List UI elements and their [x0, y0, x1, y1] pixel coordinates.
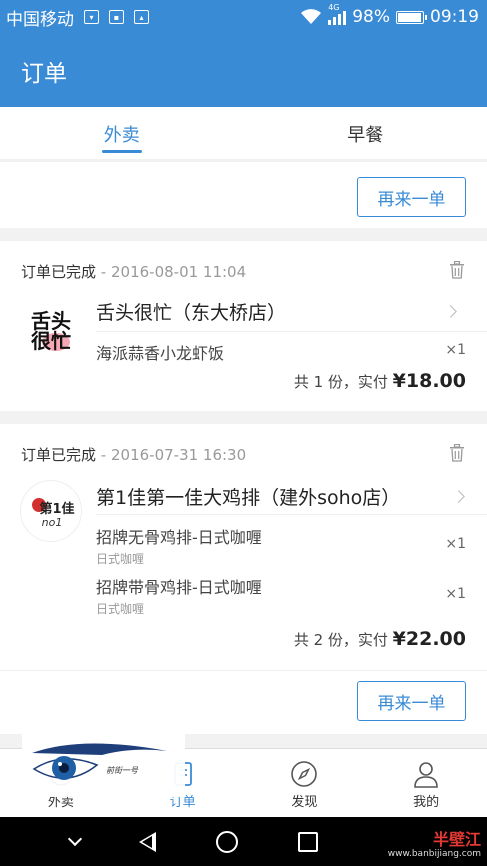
divider: [0, 670, 487, 671]
compass-icon: [291, 761, 318, 787]
chevron-right-icon[interactable]: [444, 305, 457, 318]
order-total: 共 2 份，实付 ¥22.00: [294, 628, 466, 650]
order-header: 订单已完成 - 2016-07-31 16:30: [21, 444, 246, 465]
eye-logo: 前街一号: [32, 743, 167, 780]
divider: [96, 514, 487, 515]
divider: [96, 331, 487, 332]
order-item-qty: ×1: [445, 536, 466, 552]
notification-icon: ▴: [134, 10, 149, 24]
order-timestamp: - 2016-08-01 11:04: [100, 263, 247, 281]
brand-url: www.banbijiang.com: [387, 849, 481, 859]
nav-label: 我的: [413, 795, 440, 810]
reorder-button[interactable]: 再来一单: [357, 681, 466, 721]
user-icon: [414, 762, 438, 788]
watermark-text: 前街一号: [106, 766, 139, 775]
order-total: 共 1 份，实付 ¥18.00: [294, 370, 466, 392]
nav-discover[interactable]: 发现: [244, 749, 366, 817]
watermark: 前街一号: [22, 733, 185, 797]
total-prefix: 共 2 份，实付: [293, 631, 393, 649]
brand-watermark: 半壁江: [432, 830, 481, 849]
svg-text:第1佳: 第1佳: [39, 501, 74, 517]
chevron-down-icon[interactable]: [67, 831, 82, 846]
order-header: 订单已完成 - 2016-08-01 11:04: [21, 261, 246, 282]
order-item-option: 日式咖喱: [96, 552, 145, 566]
tab-label: 早餐: [347, 125, 384, 146]
order-item-qty: ×1: [445, 342, 466, 358]
recent-apps-icon[interactable]: [297, 831, 318, 852]
order-status: 订单已完成: [21, 446, 97, 464]
shop-name[interactable]: 第1佳第一佳大鸡排（建外soho店）: [96, 483, 400, 510]
status-bar: 中国移动 ▾ ▪ ▴ 4G 98% 09:19: [0, 0, 487, 34]
svg-text:很忙: 很忙: [31, 329, 71, 353]
order-item-qty: ×1: [445, 586, 466, 602]
app-bar: 订单: [0, 34, 487, 107]
shop-logo[interactable]: 第1佳 no1: [20, 480, 82, 542]
chevron-right-icon[interactable]: [452, 490, 465, 503]
total-amount: ¥22.00: [392, 628, 466, 650]
shop-name[interactable]: 舌头很忙（东大桥店）: [96, 298, 286, 325]
order-card: 再来一单: [0, 162, 487, 228]
notification-icon: ▪: [109, 10, 124, 24]
back-icon[interactable]: [139, 831, 157, 852]
trash-icon[interactable]: [449, 444, 465, 462]
wifi-icon: [301, 9, 322, 24]
order-type-tabs: 外卖 早餐: [0, 107, 487, 159]
reorder-button[interactable]: 再来一单: [357, 177, 466, 217]
page-title: 订单: [21, 60, 67, 87]
order-timestamp: - 2016-07-31 16:30: [100, 446, 247, 464]
clock: 09:19: [430, 7, 479, 27]
svg-text:no1: no1: [42, 516, 63, 529]
order-item-name: 招牌带骨鸡排-日式咖喱: [96, 578, 262, 597]
home-icon[interactable]: [215, 830, 238, 853]
order-item-name: 招牌无骨鸡排-日式咖喱: [96, 528, 262, 547]
nav-profile[interactable]: 我的: [365, 749, 487, 817]
shop-logo[interactable]: 舌头 很忙: [20, 298, 82, 360]
order-item-option: 日式咖喱: [96, 602, 145, 616]
tab-breakfast[interactable]: 早餐: [244, 107, 487, 159]
battery-percent: 98%: [352, 7, 390, 27]
order-item-name: 海派蒜香小龙虾饭: [96, 344, 225, 363]
nav-label: 发现: [291, 795, 318, 810]
order-card: 订单已完成 - 2016-08-01 11:04 舌头 很忙 舌头很忙（东大桥店…: [0, 241, 487, 411]
carrier-name: 中国移动: [6, 9, 74, 30]
notification-icon: ▾: [84, 10, 99, 24]
total-amount: ¥18.00: [392, 370, 466, 392]
signal-icon: 4G: [328, 3, 347, 25]
trash-icon[interactable]: [449, 261, 465, 279]
order-status: 订单已完成: [21, 263, 97, 281]
total-prefix: 共 1 份，实付: [293, 373, 393, 391]
tab-takeout[interactable]: 外卖: [0, 107, 244, 159]
battery-icon: [396, 10, 427, 24]
order-card: 订单已完成 - 2016-07-31 16:30 第1佳 no1 第1佳第一佳大…: [0, 424, 487, 734]
tab-label: 外卖: [103, 125, 140, 146]
network-type: 4G: [328, 3, 340, 12]
